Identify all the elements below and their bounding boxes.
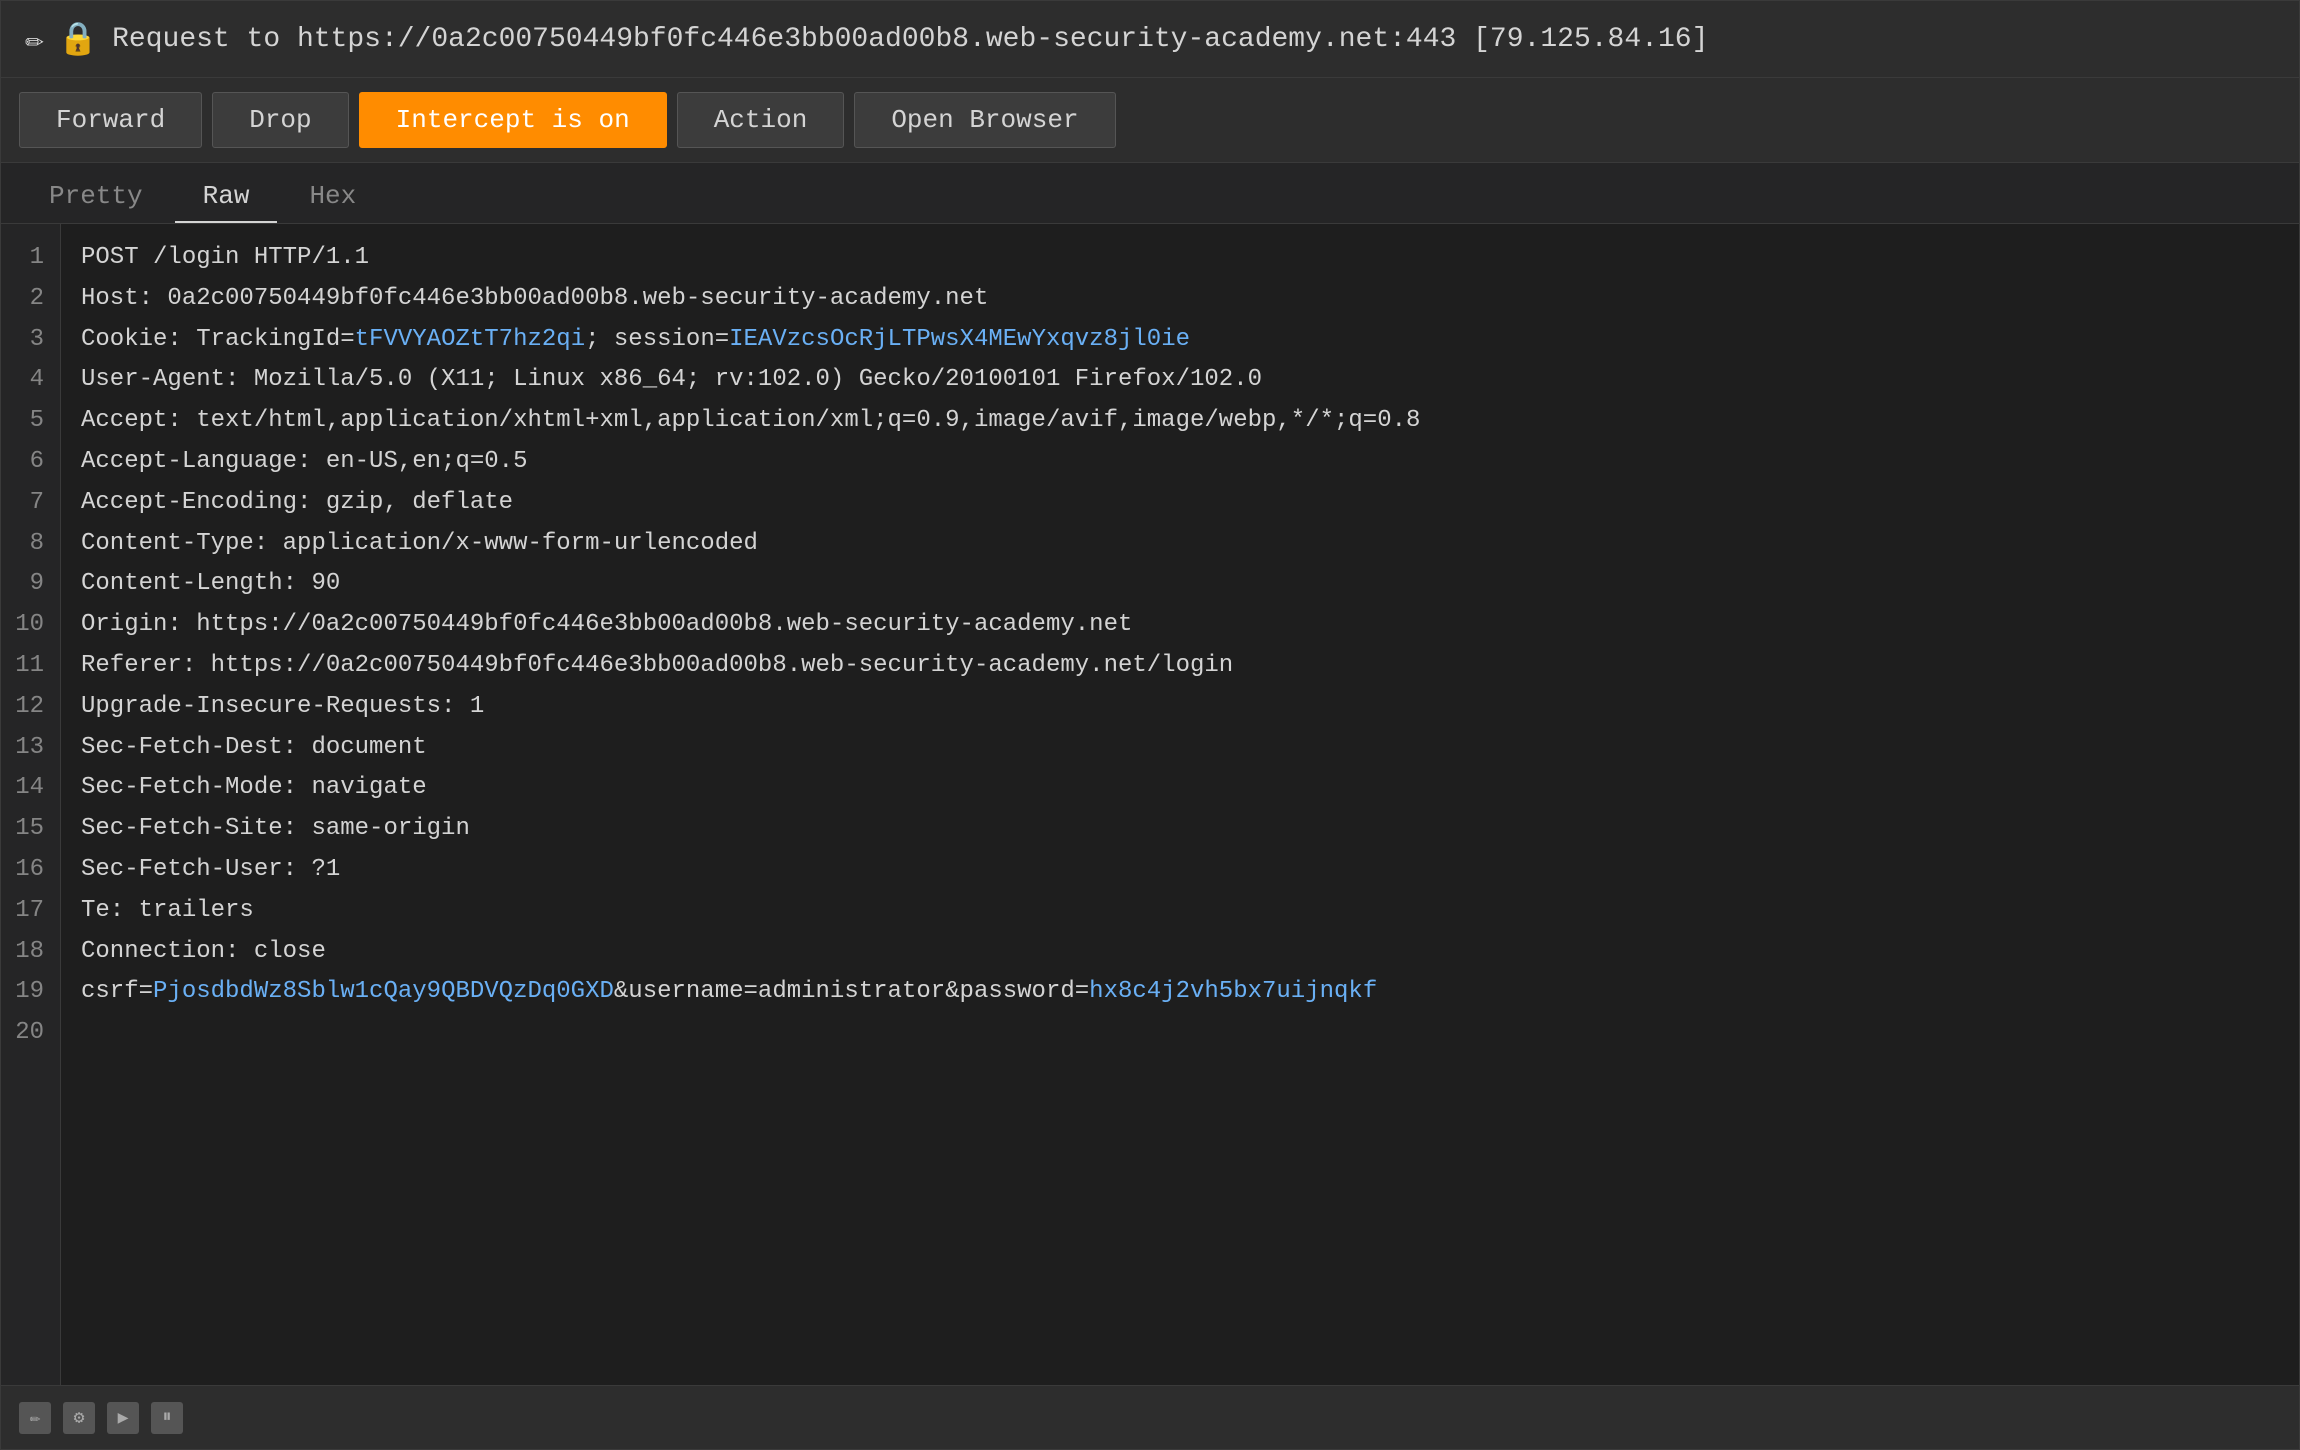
line-number: 16 bbox=[1, 850, 60, 891]
toolbar: Forward Drop Intercept is on Action Open… bbox=[1, 78, 2299, 163]
code-line: POST /login HTTP/1.1 bbox=[81, 238, 2279, 279]
line-number: 13 bbox=[1, 728, 60, 769]
line-number: 8 bbox=[1, 524, 60, 565]
action-button[interactable]: Action bbox=[677, 92, 845, 148]
line-number: 3 bbox=[1, 320, 60, 361]
line-number: 2 bbox=[1, 279, 60, 320]
forward-button[interactable]: Forward bbox=[19, 92, 202, 148]
bottom-icon-2[interactable]: ⚙ bbox=[63, 1402, 95, 1434]
code-line: Te: trailers bbox=[81, 891, 2279, 932]
content-area: 1234567891011121314151617181920 POST /lo… bbox=[1, 224, 2299, 1385]
line-number: 19 bbox=[1, 972, 60, 1013]
tabs-bar: Pretty Raw Hex bbox=[1, 163, 2299, 224]
code-line: User-Agent: Mozilla/5.0 (X11; Linux x86_… bbox=[81, 360, 2279, 401]
code-line: Origin: https://0a2c00750449bf0fc446e3bb… bbox=[81, 605, 2279, 646]
code-line: Cookie: TrackingId=tFVVYAOZtT7hz2qi; ses… bbox=[81, 320, 2279, 361]
line-number: 18 bbox=[1, 932, 60, 973]
main-container: ✏ 🔒 Request to https://0a2c00750449bf0fc… bbox=[0, 0, 2300, 1450]
tab-raw[interactable]: Raw bbox=[175, 171, 278, 223]
code-line: Accept: text/html,application/xhtml+xml,… bbox=[81, 401, 2279, 442]
intercept-button[interactable]: Intercept is on bbox=[359, 92, 667, 148]
line-number: 1 bbox=[1, 238, 60, 279]
code-line: Host: 0a2c00750449bf0fc446e3bb00ad00b8.w… bbox=[81, 279, 2279, 320]
line-number: 12 bbox=[1, 687, 60, 728]
code-line: Sec-Fetch-Dest: document bbox=[81, 728, 2279, 769]
line-number: 5 bbox=[1, 401, 60, 442]
line-number: 17 bbox=[1, 891, 60, 932]
code-line: Sec-Fetch-Mode: navigate bbox=[81, 768, 2279, 809]
line-number: 20 bbox=[1, 1013, 60, 1054]
bottom-icon-4[interactable]: ⏸ bbox=[151, 1402, 183, 1434]
title-text: Request to https://0a2c00750449bf0fc446e… bbox=[112, 24, 1708, 55]
code-line: Connection: close bbox=[81, 932, 2279, 973]
code-line: Sec-Fetch-Site: same-origin bbox=[81, 809, 2279, 850]
line-number: 6 bbox=[1, 442, 60, 483]
bottom-icon-3[interactable]: ▶ bbox=[107, 1402, 139, 1434]
lock-icon: 🔒 bbox=[58, 19, 98, 59]
code-line: Upgrade-Insecure-Requests: 1 bbox=[81, 687, 2279, 728]
title-bar: ✏ 🔒 Request to https://0a2c00750449bf0fc… bbox=[1, 1, 2299, 78]
code-line: csrf=PjosdbdWz8Sblw1cQay9QBDVQzDq0GXD&us… bbox=[81, 972, 2279, 1013]
line-number: 10 bbox=[1, 605, 60, 646]
code-line: Referer: https://0a2c00750449bf0fc446e3b… bbox=[81, 646, 2279, 687]
line-number: 7 bbox=[1, 483, 60, 524]
bottom-icon-1[interactable]: ✏ bbox=[19, 1402, 51, 1434]
code-line: Accept-Encoding: gzip, deflate bbox=[81, 483, 2279, 524]
line-numbers: 1234567891011121314151617181920 bbox=[1, 224, 61, 1385]
line-number: 11 bbox=[1, 646, 60, 687]
code-line: Content-Length: 90 bbox=[81, 564, 2279, 605]
code-line: Accept-Language: en-US,en;q=0.5 bbox=[81, 442, 2279, 483]
tab-hex[interactable]: Hex bbox=[281, 171, 384, 223]
line-number: 9 bbox=[1, 564, 60, 605]
code-line: Content-Type: application/x-www-form-url… bbox=[81, 524, 2279, 565]
pencil-icon: ✏ bbox=[25, 19, 44, 59]
open-browser-button[interactable]: Open Browser bbox=[854, 92, 1115, 148]
code-line: Sec-Fetch-User: ?1 bbox=[81, 850, 2279, 891]
line-number: 14 bbox=[1, 768, 60, 809]
code-area[interactable]: POST /login HTTP/1.1Host: 0a2c00750449bf… bbox=[61, 224, 2299, 1385]
line-number: 4 bbox=[1, 360, 60, 401]
tab-pretty[interactable]: Pretty bbox=[21, 171, 171, 223]
bottom-bar: ✏ ⚙ ▶ ⏸ bbox=[1, 1385, 2299, 1449]
line-number: 15 bbox=[1, 809, 60, 850]
drop-button[interactable]: Drop bbox=[212, 92, 348, 148]
